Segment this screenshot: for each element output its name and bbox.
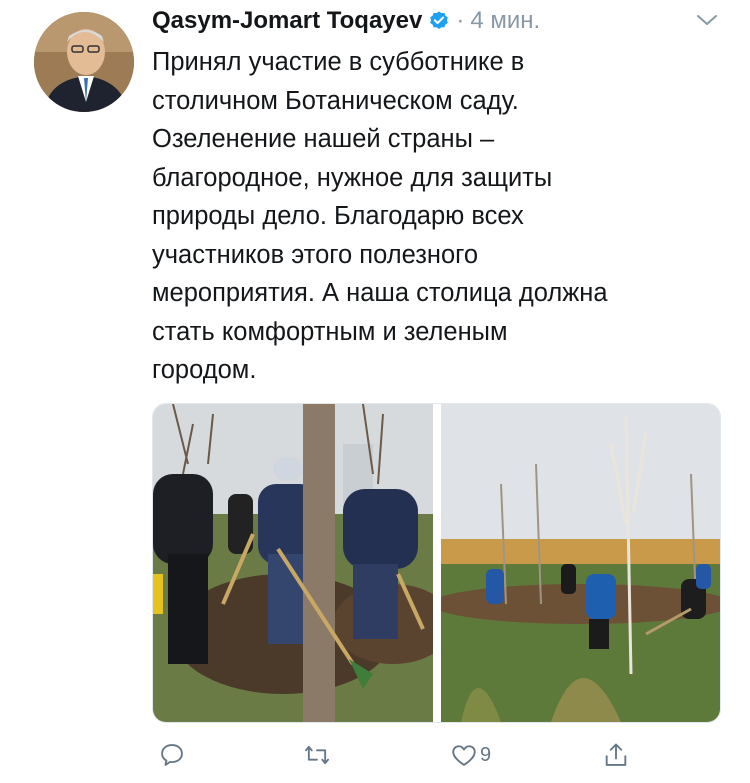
tweet-header: Qasym-Jomart Toqayev · 4 мин. <box>152 6 540 36</box>
tweet-actions: 9 <box>0 735 750 775</box>
like-count: 9 <box>480 743 492 766</box>
share-icon <box>605 743 627 766</box>
tweet-photo-1[interactable] <box>153 404 453 722</box>
author-name[interactable]: Qasym-Jomart Toqayev <box>152 7 422 35</box>
retweet-icon <box>304 745 330 765</box>
verified-badge-icon <box>428 10 450 32</box>
header-separator: · <box>456 7 465 34</box>
chevron-down-icon[interactable] <box>694 10 720 30</box>
like-button[interactable]: 9 <box>450 735 491 775</box>
avatar-image <box>34 12 134 112</box>
tweet-photo-2[interactable] <box>431 404 720 722</box>
reply-button[interactable] <box>158 735 186 775</box>
retweet-button[interactable] <box>303 735 331 775</box>
tweet-text: Принял участие в субботнике в столичном … <box>152 48 608 384</box>
tweet-media[interactable] <box>152 403 721 723</box>
heart-icon <box>452 745 476 766</box>
reply-icon <box>161 744 183 766</box>
share-button[interactable] <box>602 735 630 775</box>
author-avatar[interactable] <box>34 12 134 112</box>
tweet-timestamp[interactable]: 4 мин. <box>470 7 540 35</box>
